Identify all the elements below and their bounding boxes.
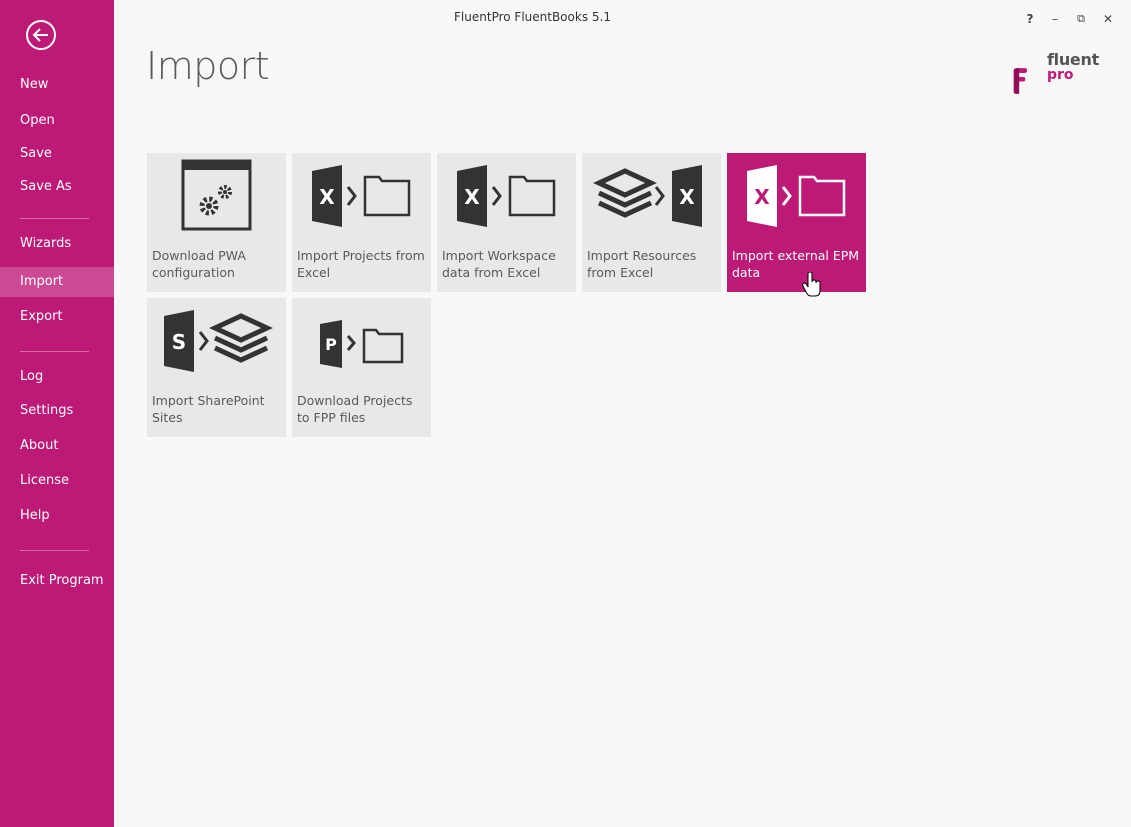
fluentpro-logo [1013, 68, 1028, 94]
sidebar-item-export[interactable]: Export [0, 302, 114, 332]
sidebar-item-log[interactable]: Log [0, 362, 114, 392]
svg-text:P: P [325, 335, 337, 354]
sidebar-item-about[interactable]: About [0, 431, 114, 461]
window-title: FluentPro FluentBooks 5.1 [454, 10, 611, 24]
sidebar-item-help[interactable]: Help [0, 501, 114, 531]
sharepoint-to-layers-icon: S [164, 310, 273, 372]
tile-label: Import external EPM data [732, 248, 860, 280]
tile-label: Download PWA configuration [152, 248, 246, 280]
tile-download-pwa-configuration[interactable]: Download PWA configuration [147, 153, 286, 292]
sidebar-item-new[interactable]: New [0, 70, 114, 100]
tile-import-workspace-data-from-excel[interactable]: X Import Workspace data from Excel [437, 153, 576, 292]
tile-import-resources-from-excel[interactable]: X Import Resources from Excel [582, 153, 721, 292]
sidebar-divider [20, 218, 89, 219]
svg-text:S: S [172, 330, 186, 354]
sidebar: New Open Save Save As Wizards Import Exp… [0, 0, 114, 827]
sidebar-item-save-as[interactable]: Save As [0, 172, 114, 202]
tile-download-projects-to-fpp-files[interactable]: P Download Projects to FPP files [292, 298, 431, 437]
tile-label: Import SharePoint Sites [152, 393, 265, 425]
sidebar-item-import[interactable]: Import [0, 267, 114, 297]
tile-label: Download Projects to FPP files [297, 393, 413, 425]
excel-to-folder-icon: X [747, 165, 846, 227]
tile-import-projects-from-excel[interactable]: X Import Projects from Excel [292, 153, 431, 292]
close-icon[interactable]: ✕ [1100, 10, 1116, 28]
page-title: Import [146, 44, 270, 88]
svg-text:X: X [319, 185, 335, 209]
excel-to-folder-icon: X [457, 165, 556, 227]
sidebar-item-wizards[interactable]: Wizards [0, 229, 114, 259]
minimize-icon[interactable]: – [1047, 10, 1063, 28]
svg-text:X: X [679, 185, 695, 209]
tile-label: Import Workspace data from Excel [442, 248, 556, 280]
sidebar-item-open[interactable]: Open [0, 106, 114, 136]
sidebar-item-license[interactable]: License [0, 466, 114, 496]
sidebar-item-settings[interactable]: Settings [0, 396, 114, 426]
tile-label: Import Projects from Excel [297, 248, 425, 280]
tile-import-sharepoint-sites[interactable]: S Import SharePoint Sites [147, 298, 286, 437]
excel-to-folder-icon: X [312, 165, 411, 227]
sidebar-divider [20, 351, 89, 352]
svg-text:X: X [464, 185, 480, 209]
hand-pointer-icon [802, 272, 821, 297]
sidebar-divider [20, 550, 89, 551]
project-to-folder-icon: P [320, 320, 404, 368]
tile-import-external-epm-data[interactable]: X Import external EPM data [727, 153, 866, 292]
tile-label: Import Resources from Excel [587, 248, 697, 280]
sidebar-item-exit-program[interactable]: Exit Program [0, 566, 114, 596]
svg-text:X: X [754, 185, 770, 209]
gears-window-icon [181, 159, 252, 231]
logo-text-pro: pro [1047, 67, 1074, 83]
layers-to-excel-icon: X [593, 165, 702, 227]
restore-icon[interactable]: ⧉ [1073, 10, 1089, 28]
sidebar-item-save[interactable]: Save [0, 139, 114, 169]
help-icon[interactable]: ? [1022, 10, 1038, 28]
